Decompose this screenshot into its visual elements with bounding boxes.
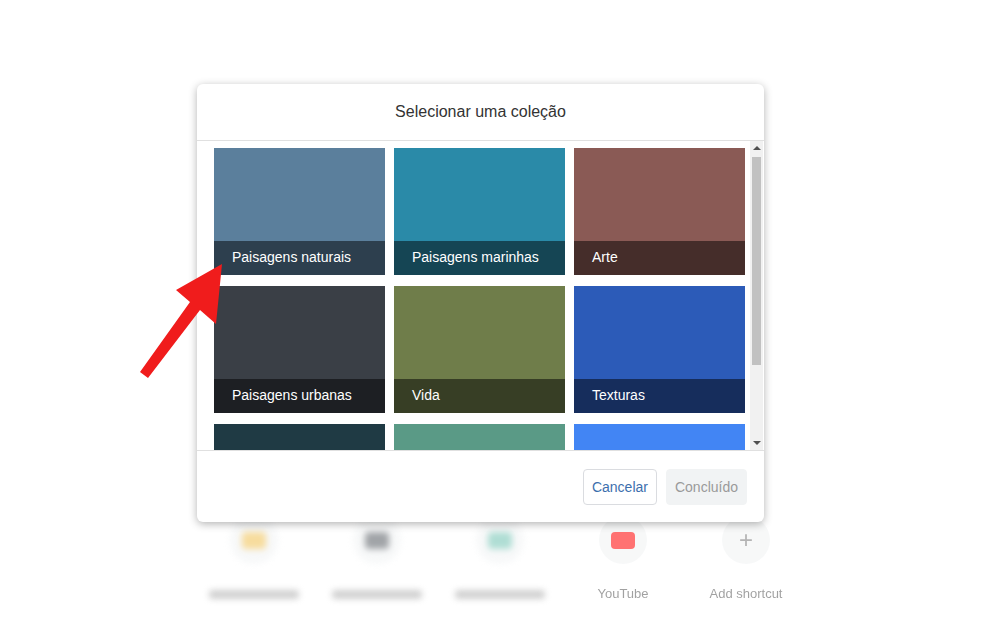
shortcut-label: Add shortcut <box>710 586 783 601</box>
collection-tile[interactable]: Paisagens naturais <box>214 148 385 275</box>
shortcut-icon <box>476 516 524 564</box>
dialog-button: Concluído <box>666 469 747 505</box>
dialog-button[interactable]: Cancelar <box>583 469 657 505</box>
collection-label: Paisagens naturais <box>214 241 385 275</box>
dialog-footer: CancelarConcluído <box>197 451 764 522</box>
dialog-body: Paisagens naturais Paisagens marinhas Arte… <box>197 141 764 451</box>
collection-label: Arte <box>574 241 745 275</box>
shortcut-icon: + <box>722 516 770 564</box>
collection-label: Vida <box>394 379 565 413</box>
scroll-up-icon[interactable] <box>753 146 761 150</box>
shortcut-label-blurred <box>332 590 422 599</box>
collection-tile[interactable] <box>574 424 745 450</box>
collection-label: Paisagens urbanas <box>214 379 385 413</box>
shortcut[interactable] <box>444 516 556 601</box>
shortcut-label-blurred <box>209 590 299 599</box>
collection-tile[interactable] <box>214 424 385 450</box>
collection-label: Texturas <box>574 379 745 413</box>
dialog-title: Selecionar uma coleção <box>197 84 764 141</box>
shortcut[interactable] <box>321 516 433 601</box>
shortcut-icon <box>230 516 278 564</box>
collection-tile[interactable] <box>394 424 565 450</box>
scrollbar[interactable] <box>750 141 763 450</box>
new-tab-page: YouTube + Add shortcut Selecionar uma coleç… <box>0 0 1000 632</box>
scroll-down-icon[interactable] <box>753 441 761 445</box>
shortcut[interactable]: YouTube <box>567 516 679 601</box>
collection-dialog: Selecionar uma coleçãoPaisagens naturais… <box>197 84 764 522</box>
collection-tile[interactable]: Texturas <box>574 286 745 413</box>
red-arrow-icon <box>140 262 240 382</box>
collection-grid: Paisagens naturais Paisagens marinhas Arte… <box>197 141 750 450</box>
shortcut[interactable]: + Add shortcut <box>690 516 802 601</box>
collection-tile[interactable]: Vida <box>394 286 565 413</box>
shortcut-icon <box>599 516 647 564</box>
collection-tile[interactable]: Paisagens marinhas <box>394 148 565 275</box>
shortcut-label: YouTube <box>597 586 648 601</box>
scroll-thumb[interactable] <box>752 157 761 365</box>
collection-tile[interactable]: Paisagens urbanas <box>214 286 385 413</box>
shortcut[interactable] <box>198 516 310 601</box>
shortcut-icon <box>353 516 401 564</box>
shortcut-label-blurred <box>455 590 545 599</box>
collection-tile[interactable]: Arte <box>574 148 745 275</box>
collection-label: Paisagens marinhas <box>394 241 565 275</box>
